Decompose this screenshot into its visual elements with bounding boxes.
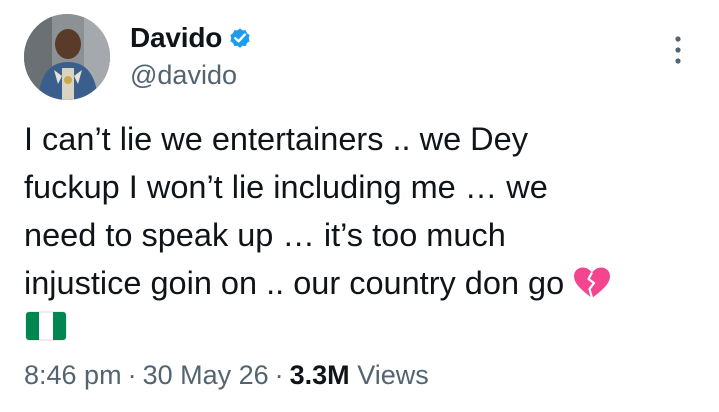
meta-separator: · [274, 360, 284, 390]
tweet-text-line: fuckup I won’t lie including me … we [24, 169, 548, 205]
tweet-time[interactable]: 8:46 pm [24, 360, 122, 390]
tweet-date[interactable]: 30 May 26 [143, 360, 269, 390]
tweet-text: I can’t lie we entertainers .. we Dey fu… [24, 115, 704, 307]
tweet-text-line: need to speak up … it’s too much [24, 217, 506, 253]
avatar-photo [24, 14, 110, 100]
views-label[interactable]: Views [357, 360, 429, 390]
author-name-row[interactable]: Davido [130, 20, 252, 56]
tweet-meta: 8:46 pm · 30 May 26 · 3.3M Views [24, 360, 429, 391]
author-handle[interactable]: @davido [130, 60, 237, 91]
broken-heart-icon [572, 265, 612, 299]
nigeria-flag-icon [24, 310, 68, 342]
views-count[interactable]: 3.3M [290, 360, 350, 390]
tweet-card: Davido @davido I can’t lie we entertaine… [0, 0, 719, 412]
meta-separator: · [127, 360, 137, 390]
author-display-name[interactable]: Davido [130, 22, 222, 54]
tweet-text-line: injustice goin on .. our country don go [24, 265, 565, 301]
more-options-icon[interactable] [664, 32, 692, 68]
tweet-text-line-with-emoji: injustice goin on .. our country don go [24, 259, 704, 307]
tweet-text-line: I can’t lie we entertainers .. we Dey [24, 121, 528, 157]
verified-badge-icon [228, 26, 252, 50]
avatar[interactable] [24, 14, 110, 100]
